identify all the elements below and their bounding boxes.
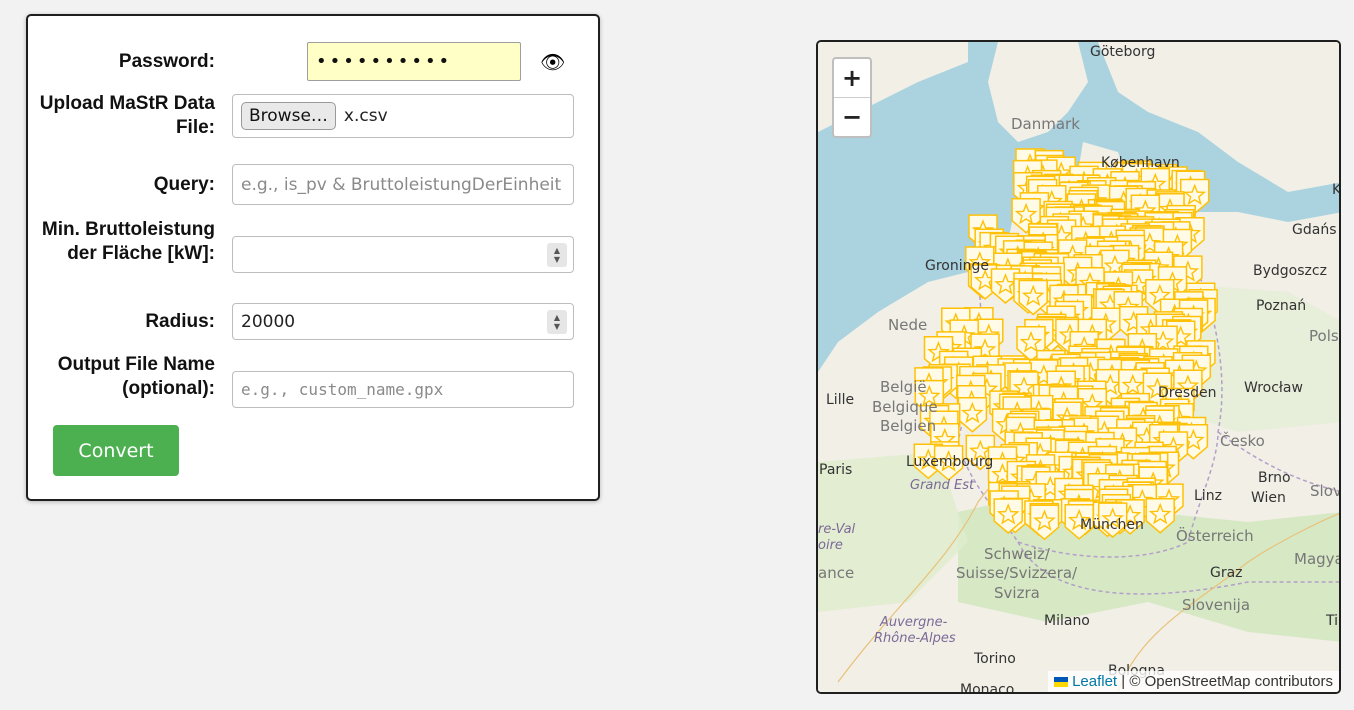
place-label: Suisse/Svizzera/: [956, 564, 1078, 582]
browse-button[interactable]: Browse…: [241, 102, 336, 130]
zoom-out-button[interactable]: −: [834, 98, 870, 136]
output-label: Output File Name (optional):: [57, 354, 215, 399]
map-attribution: Leaflet | © OpenStreetMap contributors: [1048, 671, 1339, 692]
radius-value: 20000: [241, 311, 296, 332]
place-label: re-Val: [818, 522, 856, 537]
place-label: Gdańs: [1292, 222, 1337, 238]
place-label: Ti: [1326, 613, 1339, 629]
place-label: Slov: [1310, 482, 1341, 500]
place-label: K: [1332, 182, 1341, 198]
query-placeholder: e.g., is_pv & BruttoleistungDerEinheit >: [241, 174, 565, 195]
place-label: Auvergne-: [880, 615, 948, 630]
place-label: Luxembourg: [906, 454, 994, 470]
place-label: Milano: [1044, 613, 1090, 629]
place-label: Danmark: [1011, 115, 1080, 133]
place-label: Belgique: [872, 398, 938, 416]
place-label: Dresden: [1158, 385, 1217, 401]
place-label: Wrocław: [1244, 380, 1303, 396]
password-input[interactable]: ••••••••••: [307, 42, 521, 81]
upload-label: Upload MaStR Data File:: [39, 93, 215, 138]
place-label: Graz: [1210, 565, 1243, 581]
file-name: x.csv: [343, 106, 388, 126]
attribution-text: | © OpenStreetMap contributors: [1121, 673, 1333, 690]
leaflet-link[interactable]: Leaflet: [1072, 673, 1117, 690]
place-label: Monaco: [960, 682, 1015, 694]
zoom-in-button[interactable]: +: [834, 59, 870, 98]
place-label: Magyar: [1294, 550, 1339, 568]
place-label: Wien: [1251, 490, 1286, 506]
place-label: Groninge: [925, 258, 989, 274]
ukraine-flag-icon: [1054, 677, 1069, 688]
radius-label: Radius:: [145, 311, 215, 332]
place-label: Linz: [1194, 488, 1222, 504]
map-marker[interactable]: [957, 396, 988, 433]
place-label: Nede: [888, 316, 928, 334]
place-label: Poznań: [1256, 298, 1307, 314]
place-label: Brno: [1258, 470, 1291, 486]
output-filename-input[interactable]: e.g., custom_name.gpx: [232, 371, 574, 408]
converter-form: Password: •••••••••• 👁 Upload MaStR Data…: [26, 14, 600, 501]
min-bruttoleistung-input[interactable]: ▲ ▼: [232, 236, 574, 273]
place-label: Paris: [819, 462, 853, 478]
place-label: oire: [818, 538, 843, 553]
place-label: ance: [818, 564, 855, 582]
output-placeholder: e.g., custom_name.gpx: [241, 380, 444, 399]
password-label: Password:: [118, 51, 215, 72]
radius-input[interactable]: 20000 ▲ ▼: [232, 303, 574, 340]
place-label: Rhône-Alpes: [874, 631, 956, 646]
zoom-control: + −: [832, 57, 872, 138]
query-input[interactable]: e.g., is_pv & BruttoleistungDerEinheit >: [232, 164, 574, 205]
place-label: Lille: [826, 392, 855, 408]
place-label: Svizra: [994, 584, 1040, 602]
map[interactable]: Göteborg Danmark København K Gdańs Groni…: [816, 40, 1341, 694]
convert-button[interactable]: Convert: [53, 425, 179, 476]
eye-icon[interactable]: 👁: [540, 50, 565, 74]
min-label: Min. Bruttoleistung der Fläche [kW]:: [41, 219, 215, 264]
stepper-icon[interactable]: ▲ ▼: [547, 242, 567, 267]
stepper-icon[interactable]: ▲ ▼: [547, 309, 567, 334]
place-label: Belgien: [880, 417, 937, 435]
place-label: København: [1101, 155, 1180, 171]
place-label: Grand Est: [910, 478, 975, 493]
map-marker[interactable]: [1029, 504, 1060, 541]
place-label: Pols: [1309, 327, 1339, 345]
place-label: Göteborg: [1090, 44, 1156, 60]
place-label: Torino: [974, 651, 1016, 667]
query-label: Query:: [153, 174, 215, 195]
password-value: ••••••••••: [316, 51, 453, 72]
file-upload-input[interactable]: Browse… x.csv: [232, 94, 574, 138]
marker-layer: [913, 148, 1218, 541]
place-label: Bydgoszcz: [1253, 263, 1327, 279]
place-label: Schweiz/: [984, 545, 1050, 563]
place-label: Slovenija: [1182, 596, 1251, 614]
place-label: Česko: [1220, 432, 1265, 450]
place-label: Österreich: [1176, 527, 1254, 545]
place-label: München: [1080, 517, 1144, 533]
map-marker[interactable]: [1145, 497, 1175, 534]
place-label: België: [880, 378, 927, 396]
